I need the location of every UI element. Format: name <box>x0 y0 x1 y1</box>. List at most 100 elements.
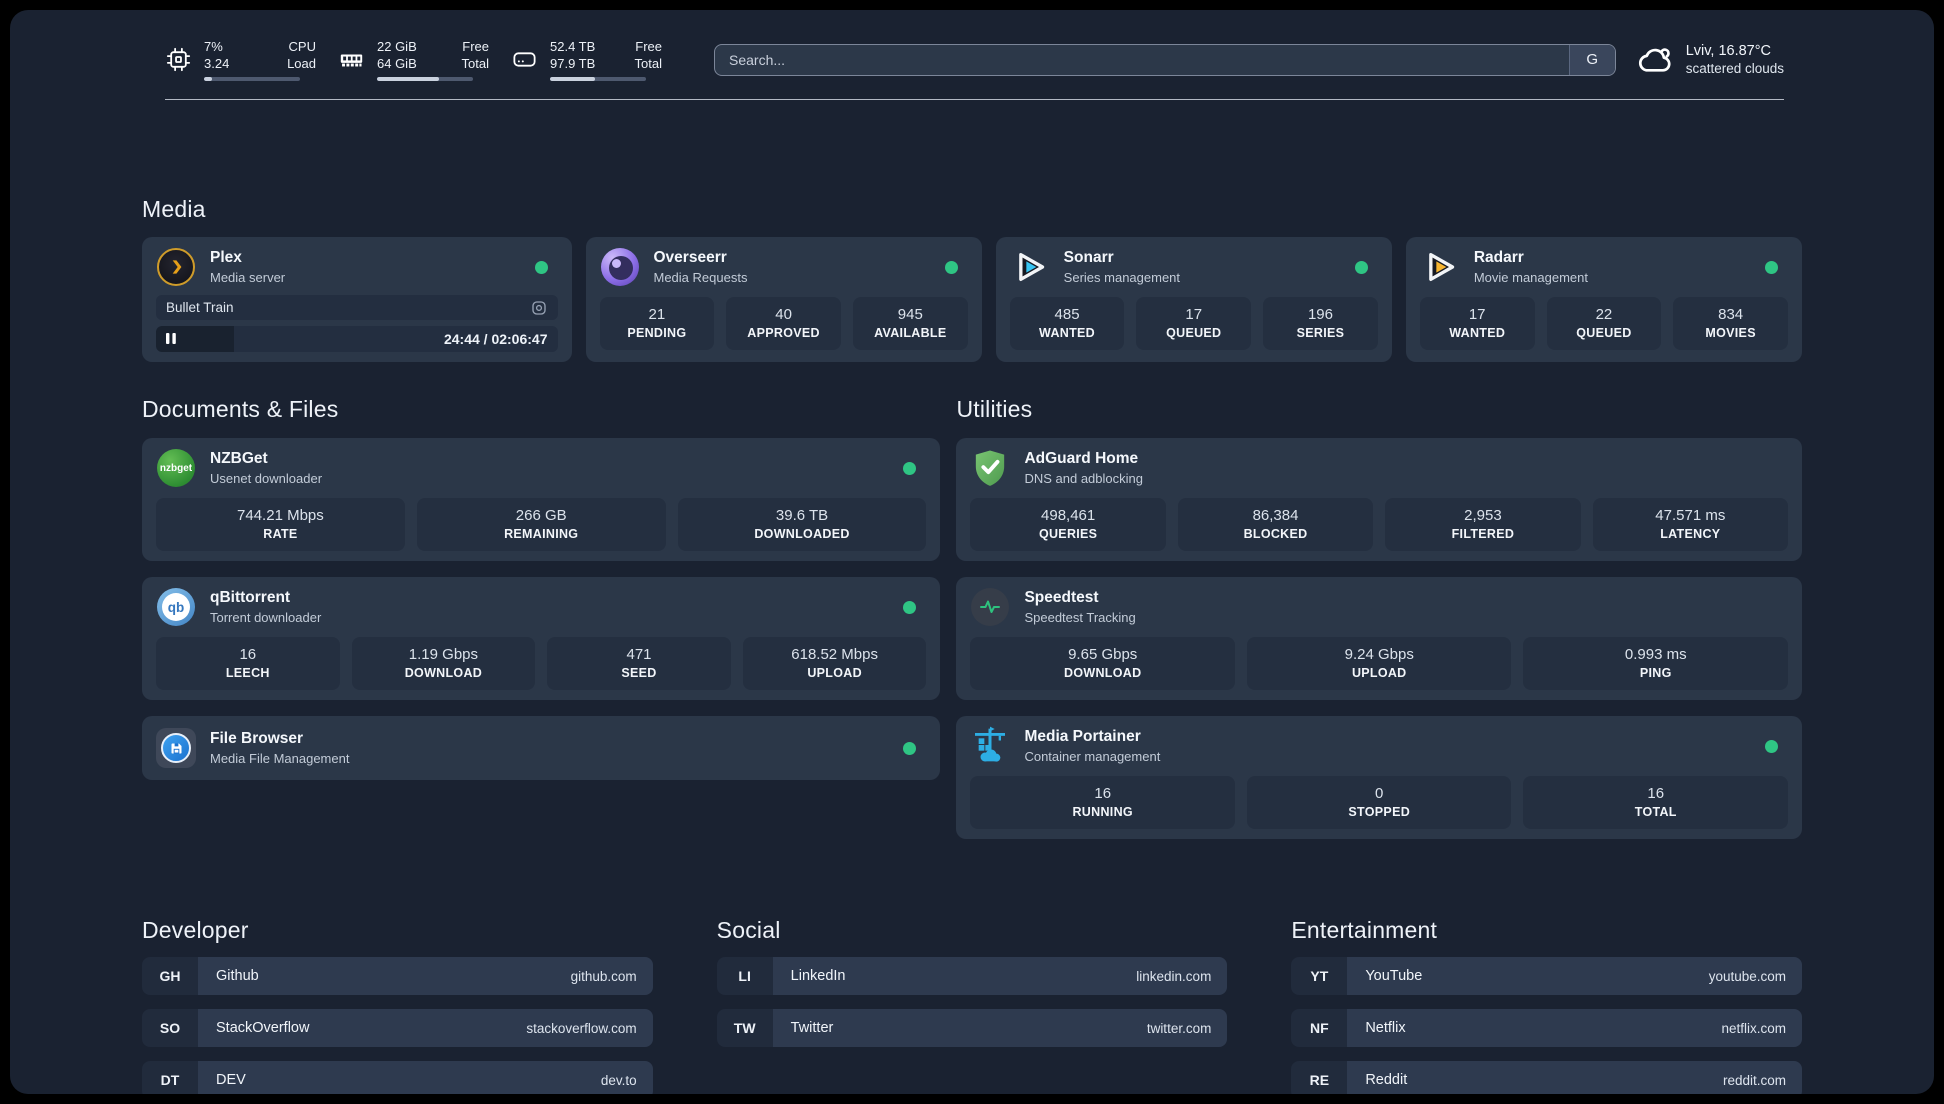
bookmark-badge: SO <box>142 1009 198 1047</box>
speedtest-card[interactable]: Speedtest Speedtest Tracking 9.65 Gbps DO… <box>956 577 1802 700</box>
bookmark-twitter[interactable]: TW Twitter twitter.com <box>716 1009 1228 1047</box>
bookmark-github[interactable]: GH Github github.com <box>142 957 653 995</box>
service-subtitle: Container management <box>1024 748 1161 764</box>
service-name: File Browser <box>210 729 304 747</box>
status-dot <box>534 260 548 274</box>
stat-tile: 945 AVAILABLE <box>852 297 968 350</box>
cpu-progress-bar <box>204 77 300 81</box>
cpu-stat: 7% CPU 3.24 Load <box>165 38 316 81</box>
bookmark-host: linkedin.com <box>1136 968 1212 984</box>
bookmark-linkedin[interactable]: LI LinkedIn linkedin.com <box>716 957 1228 995</box>
stat-tile: 618.52 Mbps UPLOAD <box>742 637 927 690</box>
stat-tile: 22 QUEUED <box>1546 297 1662 350</box>
section-title-social: Social <box>716 917 781 943</box>
service-subtitle: Movie management <box>1473 269 1588 285</box>
service-subtitle: Speedtest Tracking <box>1024 609 1136 625</box>
portainer-card[interactable]: Media Portainer Container management 16 R… <box>956 716 1802 839</box>
playback-progress-bar[interactable]: 24:44 / 02:06:47 <box>156 326 558 352</box>
bookmark-host: twitter.com <box>1146 1020 1212 1036</box>
overseerr-card[interactable]: Overseerr Media Requests 21 PENDING 40 APP… <box>585 237 982 362</box>
service-subtitle: Media server <box>210 269 286 285</box>
nzbget-icon: nzbget <box>156 448 196 488</box>
weather-widget: Lviv, 16.87°C scattered clouds <box>1636 41 1784 79</box>
bookmark-name: StackOverflow <box>216 1020 310 1036</box>
bookmark-name: Reddit <box>1365 1072 1408 1088</box>
service-subtitle: Series management <box>1063 269 1181 285</box>
memory-free-value: 22 GiB <box>377 39 417 54</box>
bookmark-host: reddit.com <box>1722 1072 1786 1088</box>
status-dot <box>903 741 917 755</box>
bookmark-badge: DT <box>142 1061 198 1094</box>
bookmark-dev[interactable]: DT DEV dev.to <box>142 1061 653 1094</box>
stat-tile: 485 WANTED <box>1009 297 1125 350</box>
disk-total-value: 97.9 TB <box>550 56 596 71</box>
session-icon <box>531 300 546 315</box>
portainer-icon <box>970 726 1010 766</box>
bookmark-badge: YT <box>1291 957 1348 995</box>
stat-tile: 39.6 TB DOWNLOADED <box>677 498 927 551</box>
section-title-documents: Documents & Files <box>142 396 339 422</box>
section-title-utilities: Utilities <box>956 396 1033 422</box>
disk-total-label: Total <box>634 56 662 71</box>
header-divider <box>165 99 1784 100</box>
memory-total-label: Total <box>461 56 489 71</box>
bookmark-stackoverflow[interactable]: SO StackOverflow stackoverflow.com <box>142 1009 653 1047</box>
search-bar: G <box>714 43 1616 76</box>
playback-time: 24:44 / 02:06:47 <box>443 331 548 347</box>
bookmark-badge: RE <box>1291 1061 1348 1094</box>
adguard-card[interactable]: AdGuard Home DNS and adblocking 498,461 Q… <box>956 438 1802 561</box>
service-subtitle: Media Requests <box>653 269 748 285</box>
sonarr-icon <box>1010 247 1050 287</box>
stat-tile: 834 MOVIES <box>1673 297 1788 350</box>
qbittorrent-icon: qb <box>156 587 196 627</box>
cpu-icon <box>166 47 191 72</box>
bookmark-name: Twitter <box>790 1020 834 1036</box>
top-bar: 7% CPU 3.24 Load 22 GiB Free 64 GiB Tota… <box>10 10 1934 81</box>
disk-free-value: 52.4 TB <box>550 39 596 54</box>
plex-icon <box>156 247 196 287</box>
sonarr-card[interactable]: Sonarr Series management 485 WANTED 17 QUE… <box>995 237 1392 362</box>
service-name: NZBGet <box>210 449 268 467</box>
pause-icon[interactable] <box>165 332 177 345</box>
weather-location: Lviv, 16.87°C <box>1685 42 1772 59</box>
status-dot <box>1354 260 1368 274</box>
service-name: Overseerr <box>653 248 727 266</box>
service-name: Plex <box>210 248 242 266</box>
bookmark-reddit[interactable]: RE Reddit reddit.com <box>1291 1061 1802 1094</box>
bookmark-host: youtube.com <box>1708 968 1786 984</box>
overseerr-icon <box>600 247 640 287</box>
search-input[interactable] <box>714 43 1616 76</box>
plex-card[interactable]: Plex Media server Bullet Train 24:44 / 0… <box>142 237 572 362</box>
bookmark-netflix[interactable]: NF Netflix netflix.com <box>1291 1009 1802 1047</box>
stat-tile: 744.21 Mbps RATE <box>156 498 405 551</box>
qbittorrent-card[interactable]: qb qBittorrent Torrent downloader 16 LEEC… <box>142 577 941 700</box>
memory-icon <box>340 54 363 67</box>
service-name: Speedtest <box>1024 588 1099 606</box>
stat-tile: 471 SEED <box>547 637 731 690</box>
bookmark-group-social: Social LI LinkedIn linkedin.com TW Twitt… <box>716 917 1228 1094</box>
search-engine-button[interactable]: G <box>1568 44 1615 75</box>
bookmark-name: Github <box>216 968 259 984</box>
radarr-card[interactable]: Radarr Movie management 17 WANTED 22 QUEUE… <box>1405 237 1802 362</box>
stat-tile: 16 LEECH <box>156 637 340 690</box>
service-name: AdGuard Home <box>1024 449 1139 467</box>
now-playing-title: Bullet Train <box>166 300 234 315</box>
status-dot <box>903 461 917 475</box>
service-name: Sonarr <box>1063 248 1114 266</box>
memory-progress-bar <box>377 77 473 81</box>
now-playing-row: Bullet Train <box>156 295 558 320</box>
bookmark-badge: NF <box>1291 1009 1348 1047</box>
cpu-usage-label: CPU <box>288 39 316 54</box>
stat-tile: 21 PENDING <box>599 297 715 350</box>
stat-tile: 47.571 ms LATENCY <box>1592 498 1788 551</box>
bookmark-youtube[interactable]: YT YouTube youtube.com <box>1291 957 1802 995</box>
filebrowser-card[interactable]: File Browser Media File Management <box>142 716 941 780</box>
stat-tile: 16 RUNNING <box>970 776 1235 829</box>
stat-tile: 9.65 Gbps DOWNLOAD <box>970 637 1235 690</box>
status-dot <box>1764 260 1778 274</box>
bookmark-name: YouTube <box>1365 968 1423 984</box>
cpu-load-label: Load <box>287 56 316 71</box>
nzbget-card[interactable]: nzbget NZBGet Usenet downloader 744.21 M… <box>142 438 941 561</box>
stat-tile: 1.19 Gbps DOWNLOAD <box>351 637 536 690</box>
memory-stat: 22 GiB Free 64 GiB Total <box>338 38 489 81</box>
